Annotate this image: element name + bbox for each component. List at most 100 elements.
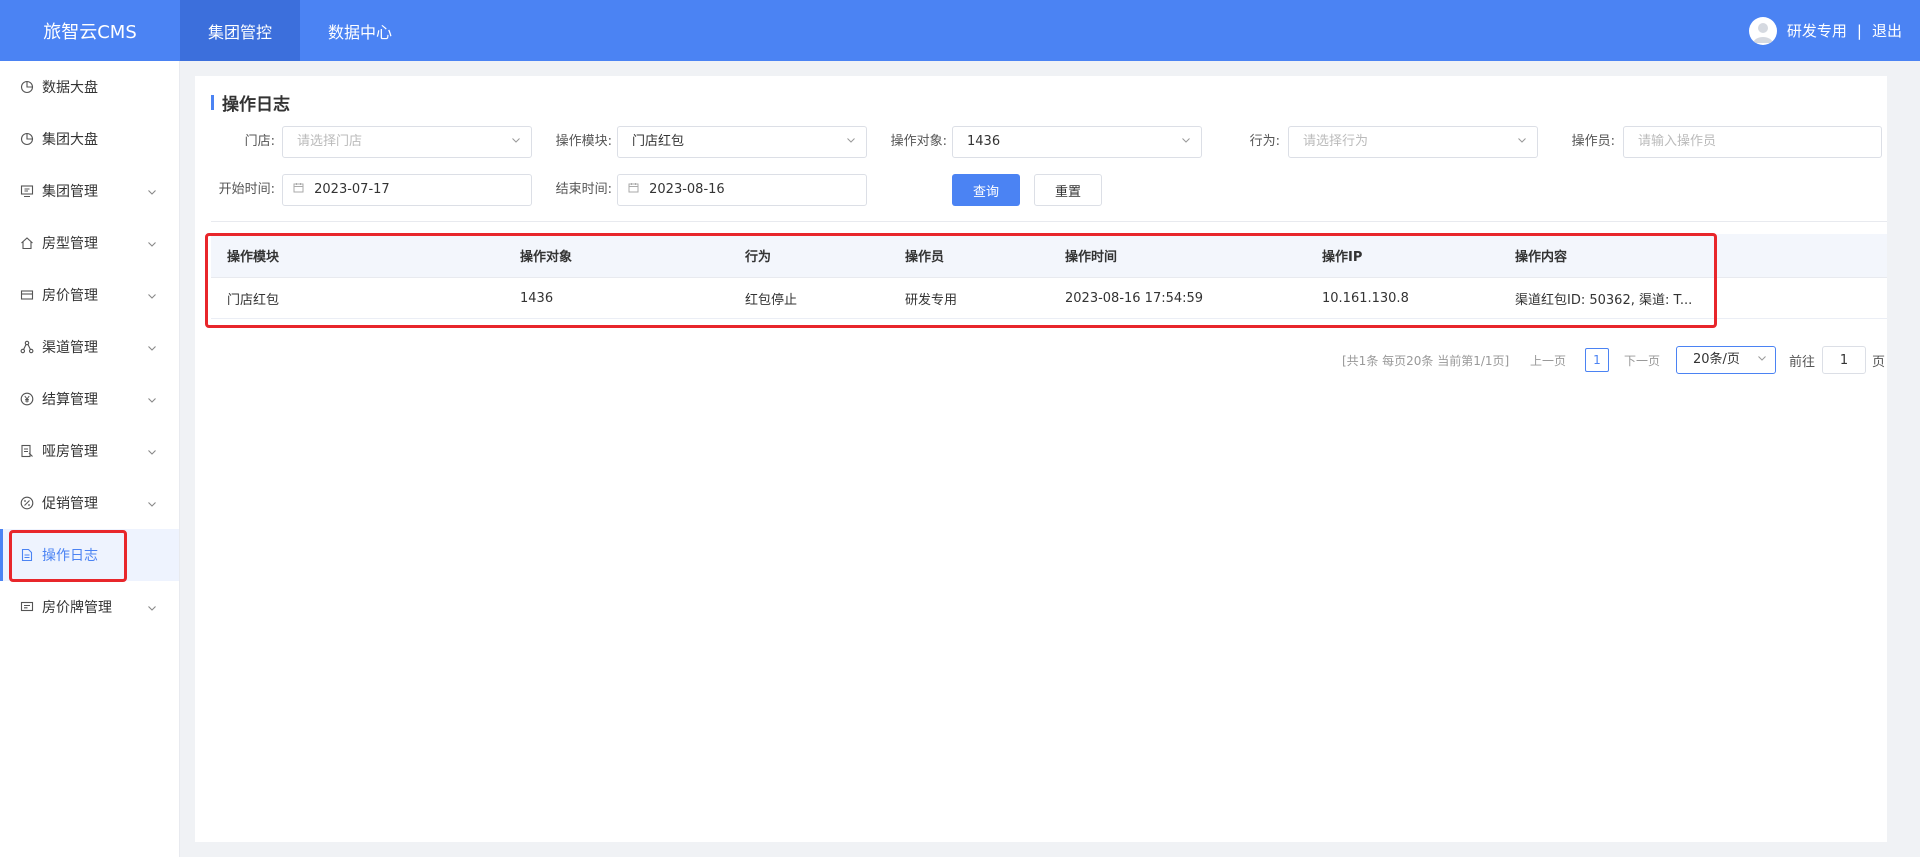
chevron-down-icon [147,445,157,461]
module-value: 门店红包 [632,134,685,149]
target-value: 1436 [967,134,1001,149]
action-select[interactable]: 请选择行为 [1288,126,1538,158]
title-accent-bar [211,95,214,110]
table-row[interactable]: 门店红包 1436 红包停止 研发专用 2023-08-16 17:54:59 … [211,278,1887,319]
table-cell: 门店红包 [227,292,280,308]
store-placeholder: 请选择门店 [297,134,363,149]
page-title-text: 操作日志 [222,95,290,115]
start-time-label: 开始时间: [218,182,275,197]
top-header: 旅智云CMS 集团管控 数据中心 研发专用 | 退出 [0,0,1920,61]
chevron-down-icon [147,601,157,617]
log-table: 操作模块 操作对象 行为 操作员 操作时间 操作IP 操作内容 门店红包 143… [211,234,1887,319]
sidebar-item-label: 房价管理 [42,288,98,304]
end-time-label: 结束时间: [555,182,612,197]
sidebar-item-settlement[interactable]: 结算管理 [0,373,179,425]
sidebar-item-label: 集团管理 [42,184,98,200]
page-size-value: 20条/页 [1693,352,1740,367]
chevron-down-icon [147,341,157,357]
page-number-1[interactable]: 1 [1585,348,1609,372]
target-label: 操作对象: [890,134,947,149]
sidebar-item-room-price[interactable]: 房价管理 [0,269,179,321]
table-cell[interactable]: 渠道红包ID: 50362, 渠道: T... [1515,289,1692,308]
column-header: 操作内容 [1515,250,1568,265]
prev-page-button[interactable]: 上一页 [1530,346,1566,374]
sidebar-item-price-board[interactable]: 房价牌管理 [0,581,179,633]
sidebar-item-label: 房型管理 [42,236,98,252]
table-cell: 红包停止 [745,292,798,308]
store-select[interactable]: 请选择门店 [282,126,532,158]
avatar[interactable] [1748,16,1777,45]
tab-data-center[interactable]: 数据中心 [300,0,420,61]
sidebar: 数据大盘 集团大盘 集团管理 房型管理 房价管理 渠道管理 结算管理 哑房管理 … [0,61,180,857]
reset-button[interactable]: 重置 [1034,174,1102,206]
main-content: 操作日志 门店: 请选择门店 操作模块: 门店红包 操作对象: 1436 行为:… [195,76,1887,842]
goto-label: 前往 [1789,354,1816,370]
sidebar-item-label: 集团大盘 [42,132,98,148]
sidebar-item-label: 哑房管理 [42,444,98,460]
chevron-down-icon [147,289,157,305]
operator-placeholder: 请输入操作员 [1638,134,1717,149]
file-icon [20,548,34,562]
sidebar-item-label: 促销管理 [42,496,98,512]
sidebar-item-promotion[interactable]: 促销管理 [0,477,179,529]
pagination-summary: [共1条 每页20条 当前第1/1页] [1342,353,1510,368]
sale-icon [20,496,34,510]
app-logo[interactable]: 旅智云CMS [0,0,180,61]
chevron-down-icon [147,185,157,201]
sidebar-item-label: 操作日志 [42,548,98,564]
yen-icon [20,392,34,406]
table-cell: 10.161.130.8 [1322,290,1409,306]
page-size-select[interactable]: 20条/页 [1676,346,1776,374]
calendar-icon [293,182,304,197]
start-date-picker[interactable]: 2023-07-17 [282,174,532,206]
table-cell: 研发专用 [905,292,958,308]
column-header: 操作对象 [520,250,573,265]
pie-chart-icon [20,132,34,146]
page-title: 操作日志 [211,90,290,115]
sidebar-item-operation-log[interactable]: 操作日志 [0,529,179,581]
column-header: 操作时间 [1065,250,1118,265]
sidebar-item-room-type[interactable]: 房型管理 [0,217,179,269]
end-date-value: 2023-08-16 [649,182,725,197]
end-date-picker[interactable]: 2023-08-16 [617,174,867,206]
operator-input[interactable]: 请输入操作员 [1623,126,1882,158]
column-header: 行为 [745,250,772,265]
table-cell: 1436 [520,290,554,306]
monitor-icon [20,184,34,198]
target-select[interactable]: 1436 [952,126,1202,158]
page-unit-label: 页 [1872,354,1886,370]
calendar-icon [628,182,639,197]
wallet-icon [20,288,34,302]
store-label: 门店: [244,134,275,149]
sidebar-item-label: 房价牌管理 [42,600,112,616]
chevron-down-icon [511,127,521,157]
logout-link[interactable]: 退出 [1872,20,1902,41]
divider [211,221,1887,222]
sidebar-item-group-dashboard[interactable]: 集团大盘 [0,113,179,165]
sidebar-item-label: 结算管理 [42,392,98,408]
sidebar-item-group-management[interactable]: 集团管理 [0,165,179,217]
goto-page-input[interactable]: 1 [1822,346,1866,374]
document-icon [20,444,34,458]
module-select[interactable]: 门店红包 [617,126,867,158]
tab-group-control[interactable]: 集团管控 [180,0,300,61]
chevron-down-icon [846,127,856,157]
chevron-down-icon [147,393,157,409]
next-page-button[interactable]: 下一页 [1624,346,1660,374]
chevron-down-icon [1517,127,1527,157]
chevron-down-icon [1181,127,1191,157]
sidebar-item-label: 渠道管理 [42,340,98,356]
sidebar-item-dummy-room[interactable]: 哑房管理 [0,425,179,477]
sidebar-item-data-dashboard[interactable]: 数据大盘 [0,61,179,113]
user-name[interactable]: 研发专用 [1787,20,1847,41]
sidebar-item-label: 数据大盘 [42,80,98,96]
home-icon [20,236,34,250]
column-header: 操作员 [905,250,945,265]
share-icon [20,340,34,354]
sidebar-item-channel[interactable]: 渠道管理 [0,321,179,373]
user-area: 研发专用 | 退出 [1748,0,1902,61]
operator-label: 操作员: [1571,134,1615,149]
query-button[interactable]: 查询 [952,174,1020,206]
chevron-down-icon [147,237,157,253]
header-separator: | [1856,21,1862,40]
